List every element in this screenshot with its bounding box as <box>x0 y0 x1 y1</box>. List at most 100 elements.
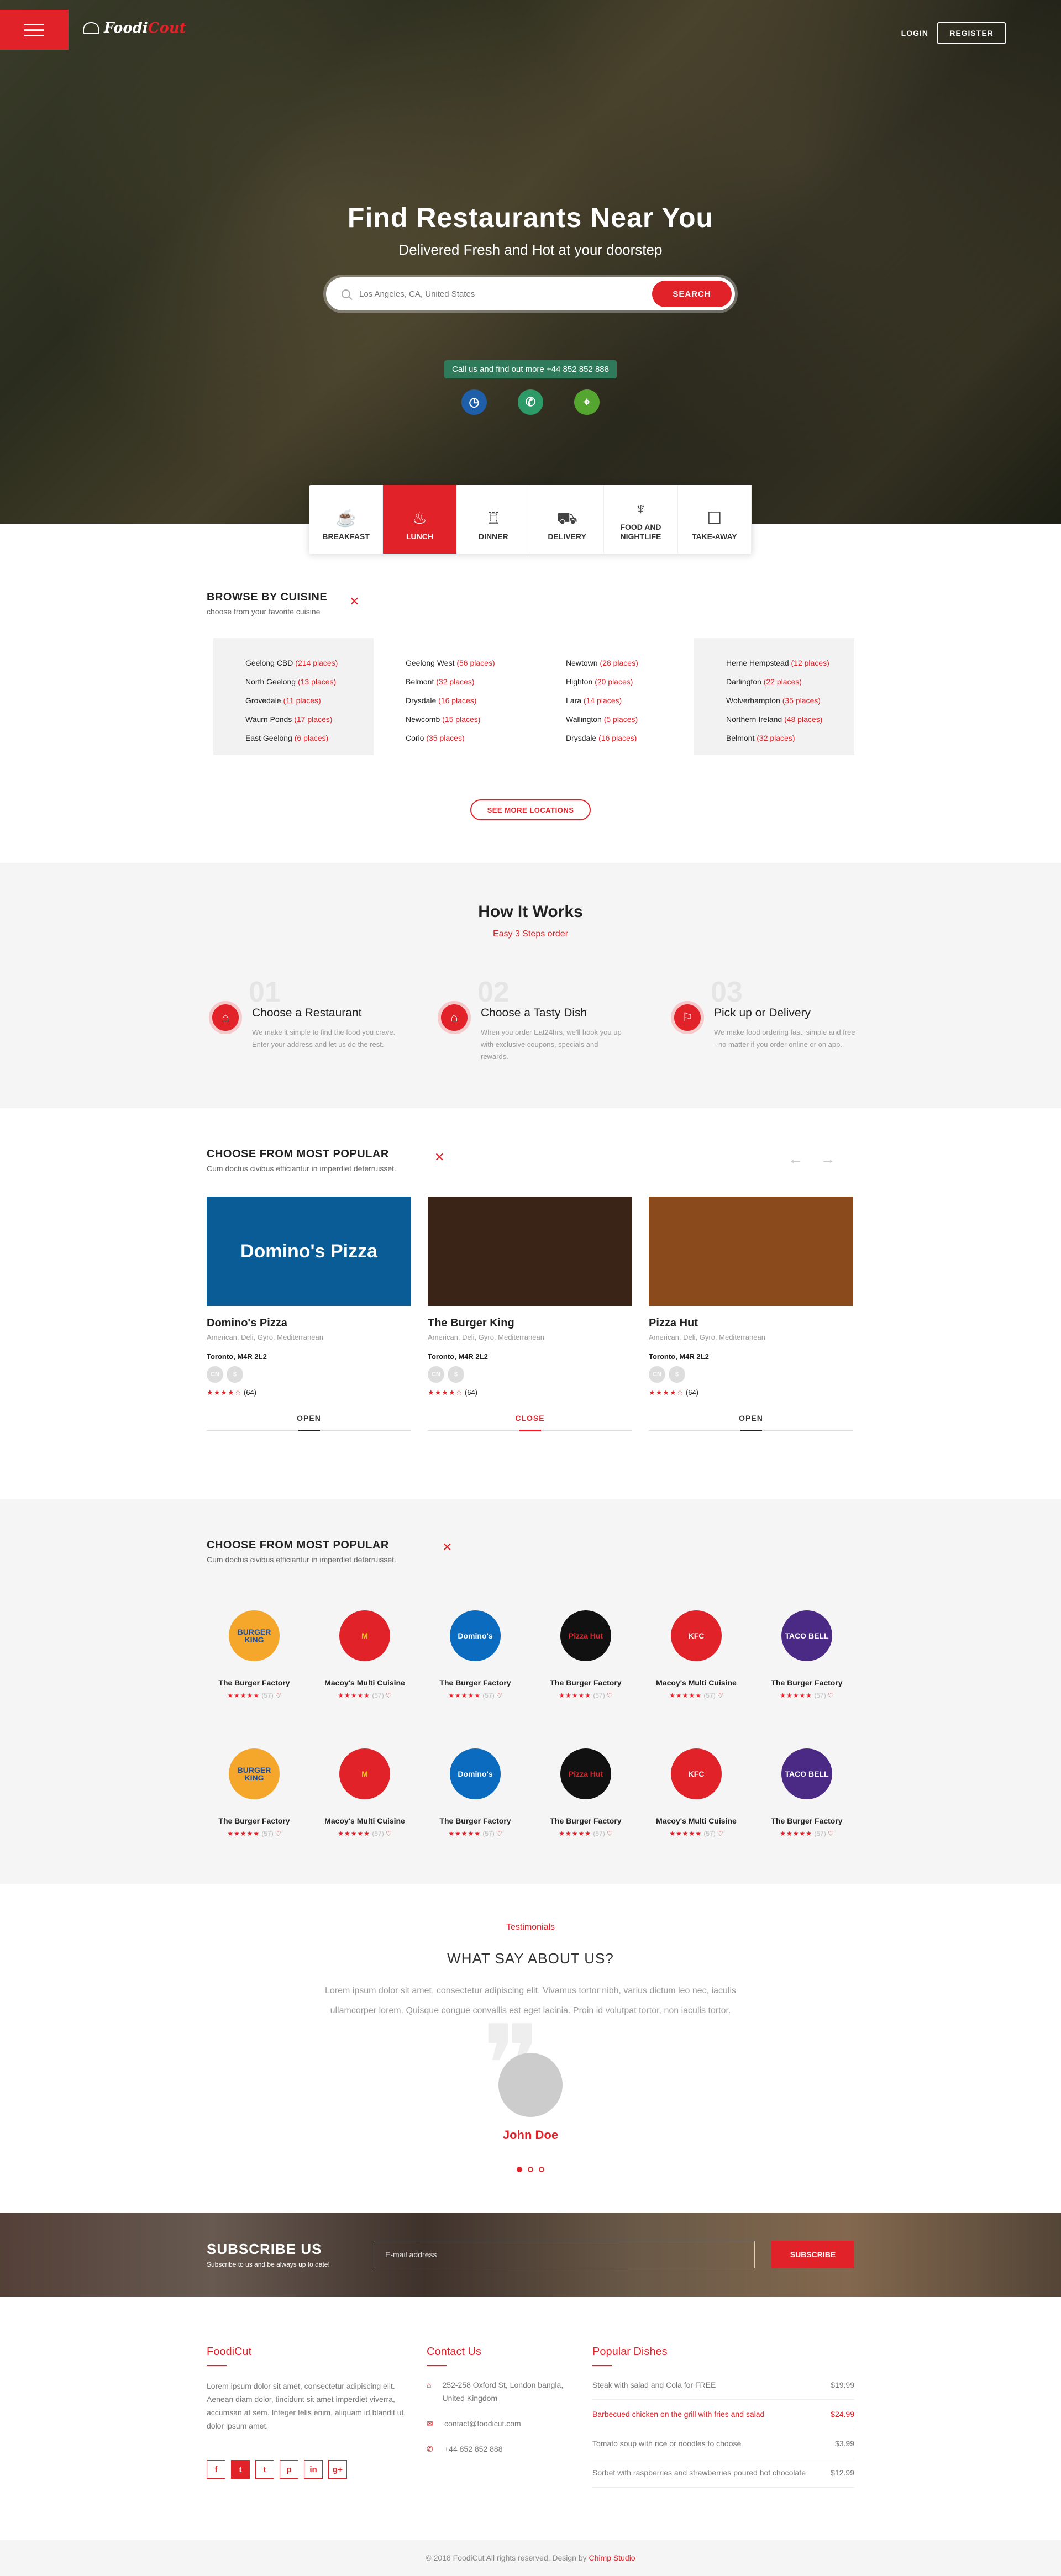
arrow-right-icon[interactable]: → <box>820 1150 852 1167</box>
heart-icon[interactable]: ♡ <box>826 1692 834 1699</box>
location-link[interactable]: Newtown (28 places) <box>566 654 694 672</box>
subscribe-button[interactable]: SUBSCRIBE <box>771 2241 854 2268</box>
rating-count: (57) <box>482 1692 495 1699</box>
heart-icon[interactable]: ♡ <box>716 1830 723 1837</box>
location-link[interactable]: North Geelong (13 places) <box>245 672 374 691</box>
location-link[interactable]: Corio (35 places) <box>406 729 534 747</box>
dish-item[interactable]: Barbecued chicken on the grill with frie… <box>592 2400 854 2429</box>
step-title: Pick up or Delivery <box>714 1007 811 1019</box>
heart-icon[interactable]: ♡ <box>826 1830 834 1837</box>
login-link[interactable]: LOGIN <box>901 29 928 38</box>
restaurant-name[interactable]: Pizza Hut <box>649 1317 853 1330</box>
footer-about-title: FoodiCut <box>207 2346 411 2366</box>
carousel-dot[interactable] <box>528 2167 533 2172</box>
location-link[interactable]: Belmont (32 places) <box>726 729 854 747</box>
tab-breakfast[interactable]: ☕ BREAKFAST <box>309 485 384 554</box>
rating-count: (57) <box>814 1692 826 1699</box>
brand-item[interactable]: TACO BELL The Burger Factory ★★★★★ (57) ♡ <box>752 1743 862 1837</box>
heart-icon[interactable]: ♡ <box>716 1692 723 1699</box>
heart-icon[interactable]: ♡ <box>605 1692 613 1699</box>
location-link[interactable]: Lara (14 places) <box>566 691 694 710</box>
brand-item[interactable]: Domino's The Burger Factory ★★★★★ (57) ♡ <box>420 1605 530 1699</box>
brand-item[interactable]: Pizza Hut The Burger Factory ★★★★★ (57) ♡ <box>530 1743 641 1837</box>
status-badge: CLOSE <box>428 1414 632 1431</box>
brand-logo: BURGER KING <box>224 1743 285 1804</box>
restaurant-name[interactable]: Domino's Pizza <box>207 1317 411 1330</box>
brand-item[interactable]: BURGER KING The Burger Factory ★★★★★ (57) … <box>199 1743 309 1837</box>
brand-item[interactable]: Pizza Hut The Burger Factory ★★★★★ (57) ♡ <box>530 1605 641 1699</box>
designer-link[interactable]: Chimp Studio <box>589 2553 635 2562</box>
heart-icon[interactable]: ♡ <box>384 1692 392 1699</box>
location-link[interactable]: Newcomb (15 places) <box>406 710 534 729</box>
location-link[interactable]: Drysdale (16 places) <box>406 691 534 710</box>
tab-dinner[interactable]: ♖ DINNER <box>457 485 530 554</box>
location-link[interactable]: Herne Hempstead (12 places) <box>726 654 854 672</box>
register-button[interactable]: REGISTER <box>937 22 1006 44</box>
brand-logo: BURGER KING <box>224 1605 285 1666</box>
carousel-dot[interactable] <box>539 2167 544 2172</box>
google-plus-icon[interactable]: g+ <box>328 2460 347 2479</box>
location-link[interactable]: Northern Ireland (48 places) <box>726 710 854 729</box>
restaurant-location: Toronto, M4R 2L2 <box>428 1352 488 1361</box>
arrow-left-icon[interactable]: ← <box>788 1150 820 1167</box>
email-item[interactable]: ✉ contact@foodicut.com <box>427 2417 576 2430</box>
tab-food-and-nightlife[interactable]: ♆ FOOD AND NIGHTLIFE <box>604 485 678 554</box>
facebook-icon[interactable]: f <box>207 2460 225 2479</box>
restaurant-name[interactable]: The Burger King <box>428 1317 632 1330</box>
brand-item[interactable]: KFC Macoy's Multi Cuisine ★★★★★ (57) ♡ <box>641 1743 752 1837</box>
location-link[interactable]: Wallington (5 places) <box>566 710 694 729</box>
location-link[interactable]: Geelong West (56 places) <box>406 654 534 672</box>
logo[interactable]: Foodi Cout <box>83 20 186 36</box>
heart-icon[interactable]: ♡ <box>495 1692 502 1699</box>
dish-item[interactable]: Sorbet with raspberries and strawberries… <box>592 2458 854 2488</box>
menu-button[interactable] <box>0 10 69 50</box>
footer: FoodiCut Lorem ipsum dolor sit amet, con… <box>0 2297 1061 2540</box>
restaurant-card[interactable]: Domino's Pizza Domino's Pizza American, De… <box>207 1197 411 1431</box>
heart-icon[interactable]: ♡ <box>605 1830 613 1837</box>
brand-logo-mark: Pizza Hut <box>560 1748 611 1799</box>
location-link[interactable]: Waurn Ponds (17 places) <box>245 710 374 729</box>
location-link[interactable]: Grovedale (11 places) <box>245 691 374 710</box>
brand-item[interactable]: M Macoy's Multi Cuisine ★★★★★ (57) ♡ <box>309 1743 420 1837</box>
email-field[interactable] <box>374 2241 755 2268</box>
location-pin-icon[interactable]: ⌖ <box>574 389 600 415</box>
search-button[interactable]: SEARCH <box>652 281 732 307</box>
heart-icon[interactable]: ♡ <box>495 1830 502 1837</box>
tab-take-away[interactable]: ☐ TAKE-AWAY <box>678 485 752 554</box>
brand-logo-mark: BURGER KING <box>229 1610 280 1661</box>
phone-icon[interactable]: ✆ <box>518 389 543 415</box>
location-link[interactable]: Belmont (32 places) <box>406 672 534 691</box>
brand-item[interactable]: TACO BELL The Burger Factory ★★★★★ (57) ♡ <box>752 1605 862 1699</box>
dish-item[interactable]: Steak with salad and Cola for FREE $19.99 <box>592 2370 854 2400</box>
heart-icon[interactable]: ♡ <box>274 1830 281 1837</box>
linkedin-icon[interactable]: in <box>304 2460 323 2479</box>
twitter-icon[interactable]: t <box>231 2460 250 2479</box>
clock-icon[interactable]: ◷ <box>461 389 487 415</box>
location-link[interactable]: Drysdale (16 places) <box>566 729 694 747</box>
restaurant-card[interactable]: Pizza Hut American, Deli, Gyro, Mediterra… <box>649 1197 853 1431</box>
brand-item[interactable]: Domino's The Burger Factory ★★★★★ (57) ♡ <box>420 1743 530 1837</box>
rating: ★★★★☆ (64) <box>649 1388 853 1397</box>
location-link[interactable]: Geelong CBD (214 places) <box>245 654 374 672</box>
tumblr-icon[interactable]: t <box>255 2460 274 2479</box>
brand-item[interactable]: BURGER KING The Burger Factory ★★★★★ (57) … <box>199 1605 309 1699</box>
brand-item[interactable]: M Macoy's Multi Cuisine ★★★★★ (57) ♡ <box>309 1605 420 1699</box>
rating-count: (57) <box>482 1830 495 1837</box>
location-link[interactable]: Darlington (22 places) <box>726 672 854 691</box>
brand-logo-mark: KFC <box>671 1610 722 1661</box>
pinterest-icon[interactable]: p <box>280 2460 298 2479</box>
heart-icon[interactable]: ♡ <box>384 1830 392 1837</box>
see-more-locations-button[interactable]: SEE MORE LOCATIONS <box>470 799 591 820</box>
heart-icon[interactable]: ♡ <box>274 1692 281 1699</box>
tab-delivery[interactable]: ⛟ DELIVERY <box>530 485 605 554</box>
location-search-input[interactable] <box>359 277 635 310</box>
tab-lunch[interactable]: ♨ LUNCH <box>383 485 457 554</box>
restaurant-card[interactable]: The Burger King American, Deli, Gyro, Med… <box>428 1197 632 1431</box>
dish-item[interactable]: Tomato soup with rice or noodles to choo… <box>592 2429 854 2458</box>
location-link[interactable]: Wolverhampton (35 places) <box>726 691 854 710</box>
location-link[interactable]: Highton (20 places) <box>566 672 694 691</box>
carousel-dot[interactable] <box>517 2167 522 2172</box>
location-link[interactable]: East Geelong (6 places) <box>245 729 374 747</box>
brand-item[interactable]: KFC Macoy's Multi Cuisine ★★★★★ (57) ♡ <box>641 1605 752 1699</box>
step-text: We make it simple to find the food you c… <box>252 1028 396 1049</box>
